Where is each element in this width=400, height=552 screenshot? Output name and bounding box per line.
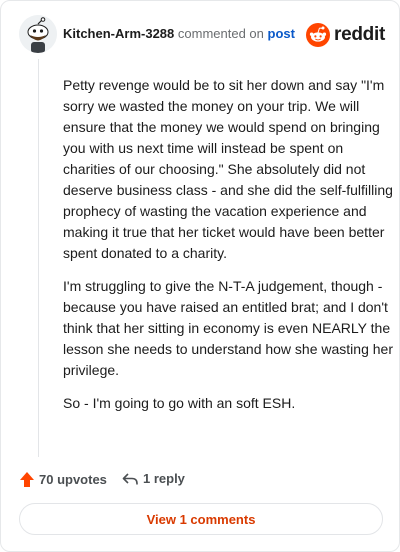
reddit-logo[interactable]: reddit (306, 21, 385, 49)
thread-line[interactable] (38, 59, 39, 457)
post-link[interactable]: post (268, 26, 295, 41)
upvote-arrow-icon (20, 472, 34, 487)
user-avatar[interactable] (19, 15, 57, 53)
upvote-button[interactable]: 70 upvotes (19, 471, 107, 488)
snoo-avatar-icon (19, 15, 57, 53)
commented-on-text: commented on (177, 26, 264, 41)
upvote-count: 70 upvotes (39, 472, 107, 487)
comment-paragraph: So - I'm going to go with an soft ESH. (63, 395, 296, 411)
reddit-wordmark: reddit (334, 24, 385, 45)
comment-header: Kitchen-Arm-3288 commented on post reddi… (19, 15, 385, 55)
comment-meta: Kitchen-Arm-3288 commented on post (63, 26, 295, 41)
view-comments-button[interactable]: View 1 comments (19, 503, 383, 535)
username-link[interactable]: Kitchen-Arm-3288 (63, 26, 174, 41)
reply-button[interactable]: 1 reply (122, 471, 185, 486)
reply-arrow-icon (122, 472, 138, 484)
reddit-logo-icon (306, 23, 331, 47)
reply-count: 1 reply (143, 471, 185, 486)
comment-card: Kitchen-Arm-3288 commented on post reddi… (0, 0, 400, 552)
comment-paragraph: I'm struggling to give the N-T-A judgeme… (63, 278, 393, 378)
comment-paragraph: Petty revenge would be to sit her down a… (63, 77, 393, 261)
comment-body: Petty revenge would be to sit her down a… (63, 75, 393, 426)
